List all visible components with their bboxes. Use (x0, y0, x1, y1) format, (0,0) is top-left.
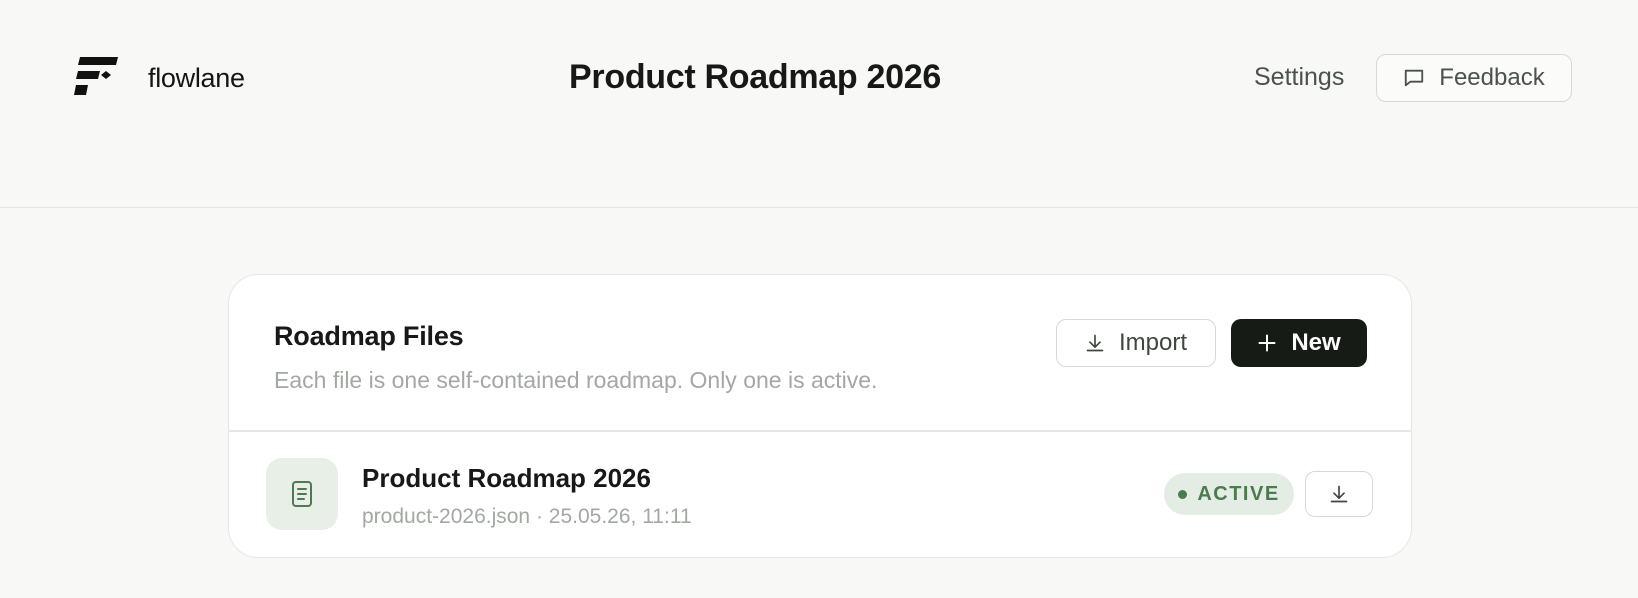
download-button[interactable] (1305, 471, 1373, 517)
file-icon-box (266, 458, 338, 530)
card-title: Roadmap Files (274, 321, 464, 351)
status-dot-icon (1178, 489, 1188, 499)
file-text-icon (292, 481, 312, 507)
status-badge: ACTIVE (1164, 473, 1294, 515)
import-button[interactable]: Import (1056, 319, 1216, 367)
status-label: ACTIVE (1197, 482, 1280, 505)
roadmap-files-card: Roadmap Files Each file is one self-cont… (228, 274, 1412, 558)
new-file-button[interactable]: New (1231, 319, 1367, 367)
app-header: flowlane Product Roadmap 2026 Settings F… (0, 0, 1638, 208)
file-row[interactable]: Product Roadmap 2026 product-2026.json ·… (229, 431, 1411, 557)
download-icon (1086, 334, 1104, 352)
card-subtitle: Each file is one self-contained roadmap.… (274, 367, 878, 393)
settings-link[interactable]: Settings (1254, 63, 1344, 92)
import-label: Import (1118, 329, 1187, 356)
plus-icon (1258, 334, 1276, 352)
feedback-button[interactable]: Feedback (1376, 54, 1572, 102)
message-square-icon (1405, 69, 1424, 87)
file-name: Product Roadmap 2026 (362, 463, 651, 493)
download-icon (1330, 485, 1348, 503)
file-meta: product-2026.json · 25.05.26, 11:11 (362, 505, 692, 528)
feedback-label: Feedback (1439, 64, 1545, 91)
new-label: New (1291, 329, 1341, 356)
